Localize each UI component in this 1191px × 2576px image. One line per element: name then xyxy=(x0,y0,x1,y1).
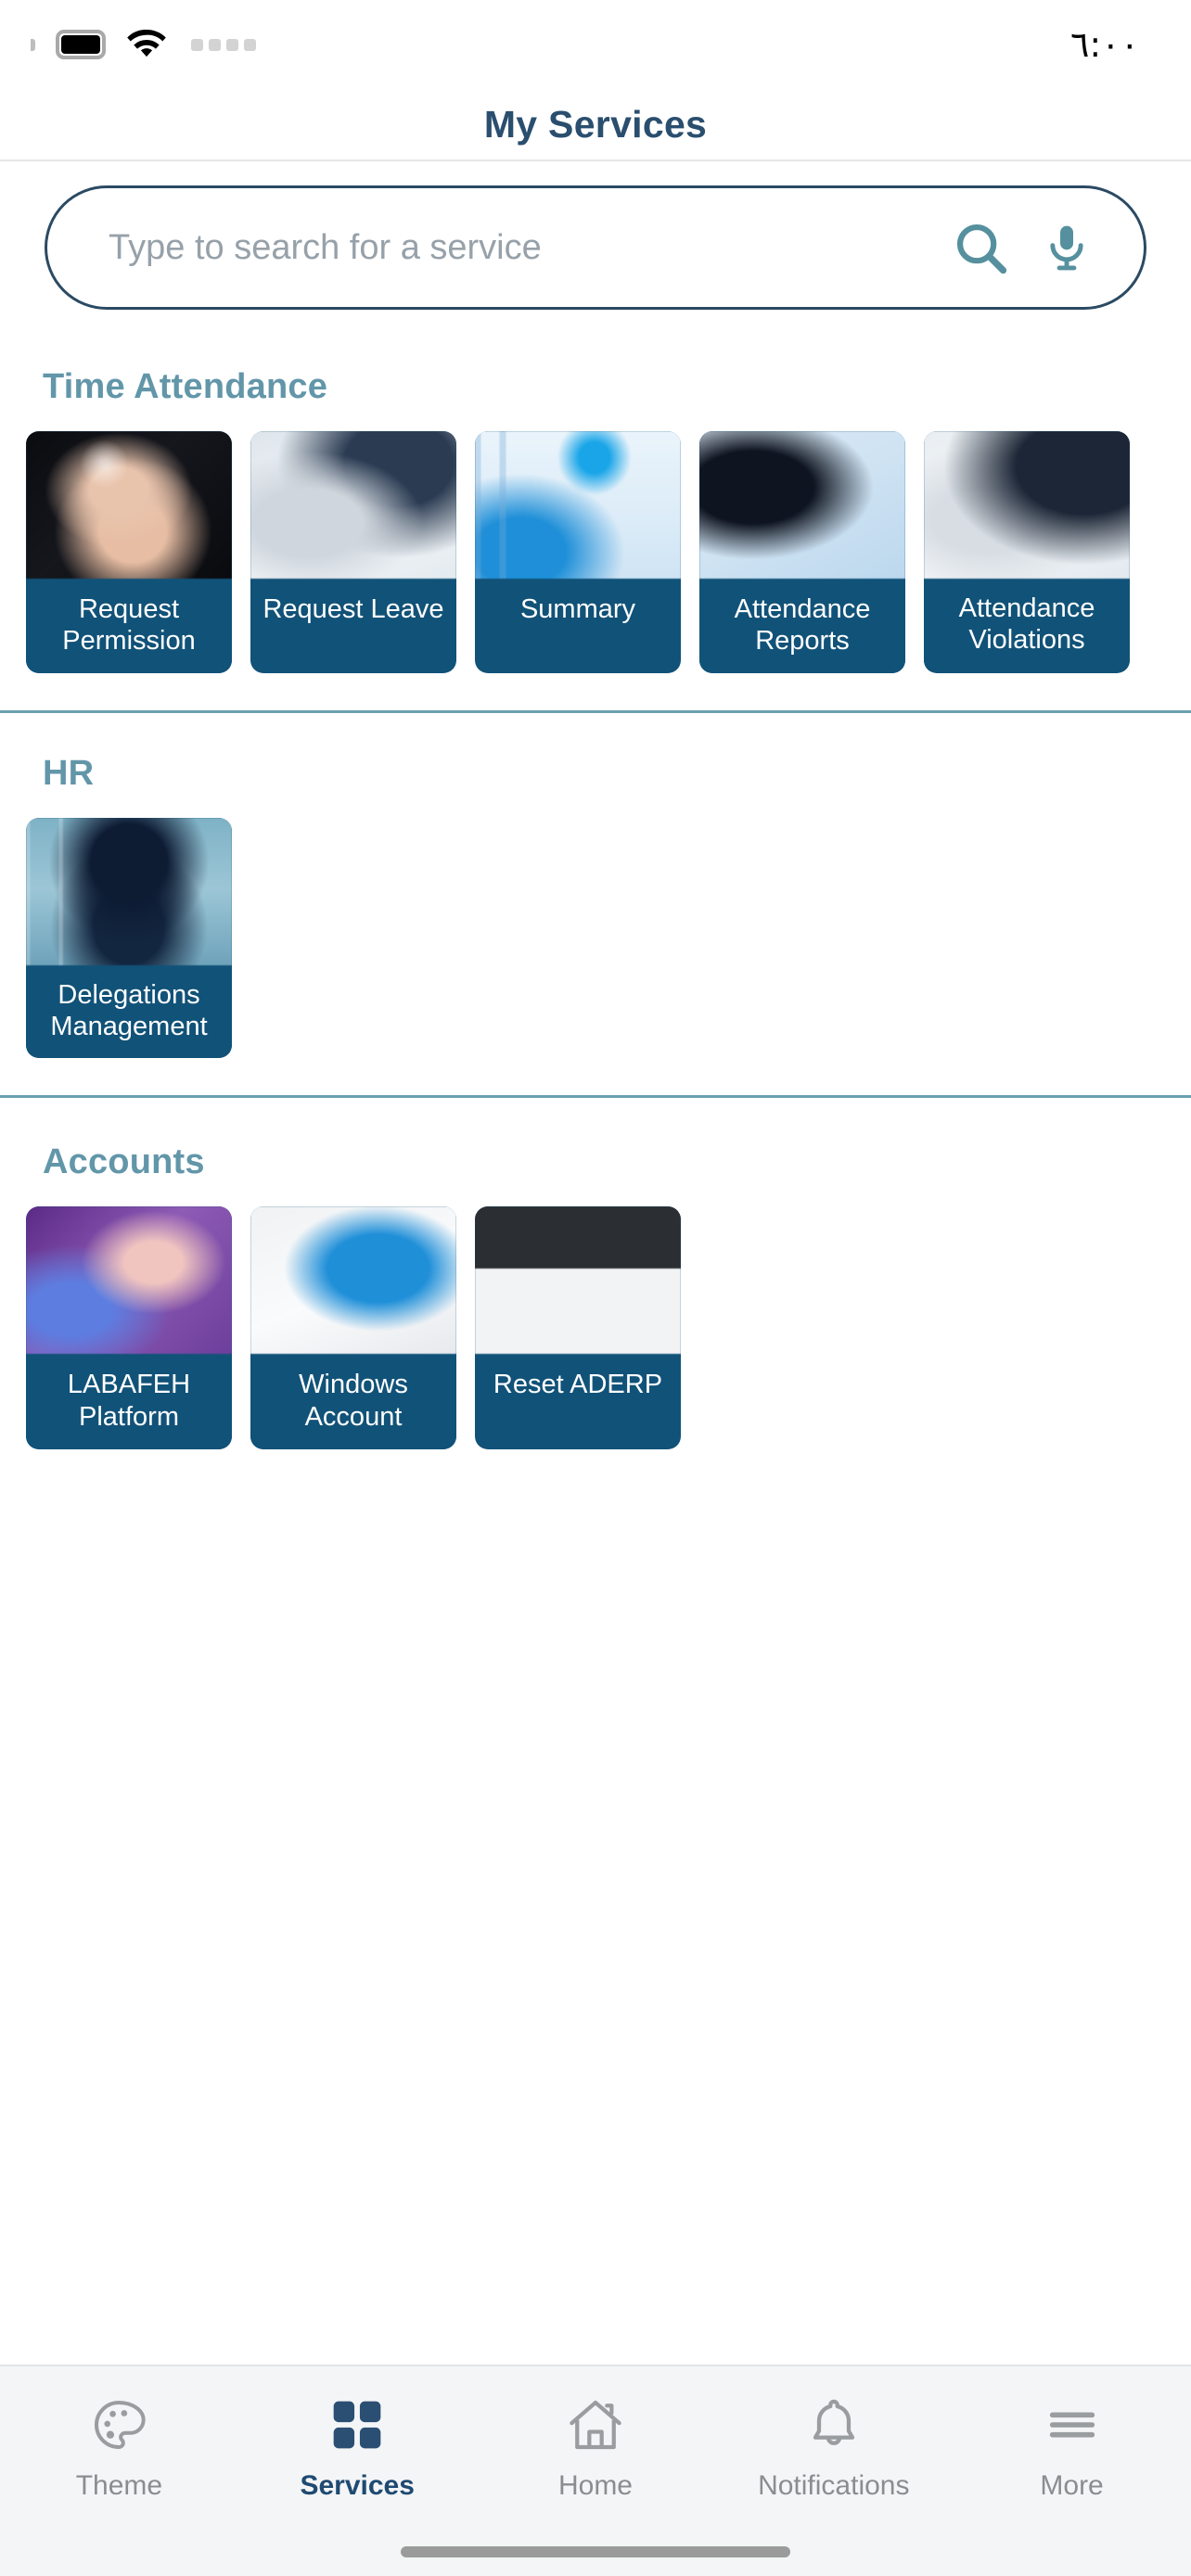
service-card-grid: Delegations Management xyxy=(0,818,1191,1059)
service-card[interactable]: LABAFEH Platform xyxy=(26,1206,232,1449)
wifi-icon xyxy=(127,30,166,57)
service-card[interactable]: Attendance Reports xyxy=(699,431,905,674)
service-card-label: Windows Account xyxy=(250,1354,456,1449)
section-hr: HR Delegations Management xyxy=(0,710,1191,1059)
house-icon xyxy=(566,2394,625,2455)
status-bar: ٦:٠٠ xyxy=(0,0,1191,89)
hamburger-menu-icon xyxy=(1043,2394,1102,2455)
tab-label: Theme xyxy=(75,2470,163,2501)
service-card-image xyxy=(26,431,232,579)
grid-squares-icon xyxy=(327,2394,387,2455)
tab-label: Notifications xyxy=(758,2470,910,2501)
bottom-tab-bar: Theme Services Home Notifications More xyxy=(0,2365,1191,2576)
service-card-label: Summary xyxy=(475,579,681,643)
section-title: Time Attendance xyxy=(43,367,328,406)
service-card[interactable]: Attendance Violations xyxy=(924,431,1130,674)
service-card-label: Request Permission xyxy=(26,579,232,674)
search-bar[interactable] xyxy=(45,185,1146,310)
service-card-label: Request Leave xyxy=(250,579,456,643)
service-card-image xyxy=(250,1206,456,1355)
tab-home[interactable]: Home xyxy=(493,2394,698,2502)
tab-label: Home xyxy=(557,2470,633,2501)
service-card-image xyxy=(475,431,681,579)
search-input[interactable] xyxy=(109,227,945,268)
service-card-image xyxy=(475,1206,681,1355)
service-card-image xyxy=(699,431,905,579)
service-card-image xyxy=(26,818,232,966)
service-card[interactable]: Delegations Management xyxy=(26,818,232,1059)
section-title: Accounts xyxy=(43,1142,205,1182)
service-card-label: Reset ADERP xyxy=(475,1354,681,1418)
signal-dots-icon xyxy=(191,38,256,51)
service-card[interactable]: Summary xyxy=(475,431,681,674)
microphone-icon[interactable] xyxy=(1036,212,1097,283)
service-card-label: Attendance Violations xyxy=(924,579,1130,671)
service-card-label: Attendance Reports xyxy=(699,579,905,674)
app-screen: ٦:٠٠ My Services Type to search for a se… xyxy=(0,0,1191,2576)
section-accounts: Accounts LABAFEH Platform Windows Accoun… xyxy=(0,1095,1191,1449)
status-bar-left xyxy=(31,30,256,59)
battery-icon xyxy=(56,30,106,59)
service-card-image xyxy=(250,431,456,579)
services-scroll-area[interactable]: Time Attendance Request Permission Reque… xyxy=(0,323,1191,2224)
status-bar-clock: ٦:٠٠ xyxy=(1069,24,1139,65)
service-card-grid: Request Permission Request Leave Summary… xyxy=(0,431,1191,674)
tab-label: More xyxy=(1040,2470,1104,2501)
service-card-grid: LABAFEH Platform Windows Account Reset A… xyxy=(0,1206,1191,1449)
bell-icon xyxy=(804,2394,864,2455)
service-card[interactable]: Windows Account xyxy=(250,1206,456,1449)
section-time-attendance: Time Attendance Request Permission Reque… xyxy=(0,323,1191,674)
tab-theme[interactable]: Theme xyxy=(17,2394,221,2502)
palette-icon xyxy=(89,2394,148,2455)
section-title: HR xyxy=(43,754,95,794)
page-title: My Services xyxy=(483,102,708,146)
service-card[interactable]: Reset ADERP xyxy=(475,1206,681,1449)
service-card-label: Delegations Management xyxy=(26,965,232,1059)
navigation-bar: My Services xyxy=(0,89,1191,161)
service-card-image xyxy=(26,1206,232,1355)
tab-label: Services xyxy=(300,2470,415,2501)
tab-services[interactable]: Services xyxy=(255,2394,459,2502)
service-card-label: LABAFEH Platform xyxy=(26,1354,232,1449)
service-card-image xyxy=(924,431,1130,579)
tab-notifications[interactable]: Notifications xyxy=(732,2394,936,2502)
battery-nub-icon xyxy=(31,38,35,51)
tab-more[interactable]: More xyxy=(970,2394,1174,2502)
search-icon[interactable] xyxy=(945,212,1016,283)
service-card[interactable]: Request Permission xyxy=(26,431,232,674)
search-bar-container xyxy=(0,185,1191,310)
home-indicator[interactable] xyxy=(401,2546,790,2557)
service-card[interactable]: Request Leave xyxy=(250,431,456,674)
